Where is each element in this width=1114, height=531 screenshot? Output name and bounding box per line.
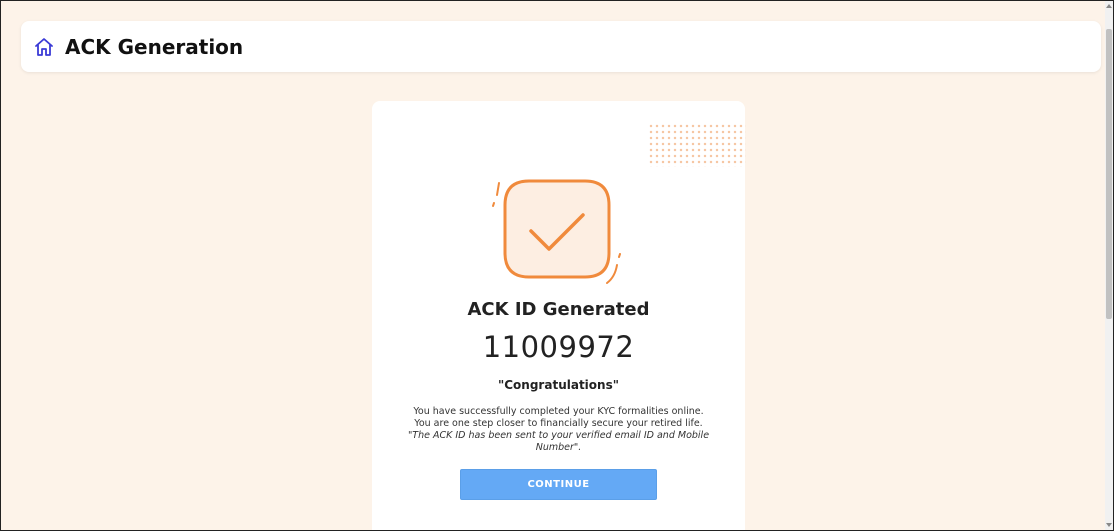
home-icon[interactable] [33, 36, 55, 58]
app-window: ACK Generation ACK ID Generated 11009972… [0, 0, 1114, 531]
continue-button[interactable]: CONTINUE [460, 469, 657, 500]
page-header: ACK Generation [21, 21, 1101, 72]
message-line: You are one step closer to financially s… [414, 418, 703, 429]
congrats-text: "Congratulations" [498, 378, 619, 392]
checkmark-icon [489, 173, 629, 293]
scroll-down-arrow-icon[interactable] [1106, 523, 1112, 527]
scrollbar-thumb[interactable] [1106, 29, 1112, 319]
success-message: You have successfully completed your KYC… [402, 406, 715, 454]
ack-card: ACK ID Generated 11009972 "Congratulatio… [372, 101, 746, 530]
ack-sent-note: "The ACK ID has been sent to your verifi… [407, 430, 710, 453]
vertical-scrollbar[interactable] [1105, 1, 1113, 530]
ack-id-value: 11009972 [482, 330, 635, 364]
dot-pattern-decoration [648, 123, 746, 167]
page-title: ACK Generation [65, 34, 244, 59]
ack-heading: ACK ID Generated [467, 299, 650, 320]
message-line: You have successfully completed your KYC… [413, 406, 704, 417]
scroll-up-arrow-icon[interactable] [1106, 4, 1112, 8]
